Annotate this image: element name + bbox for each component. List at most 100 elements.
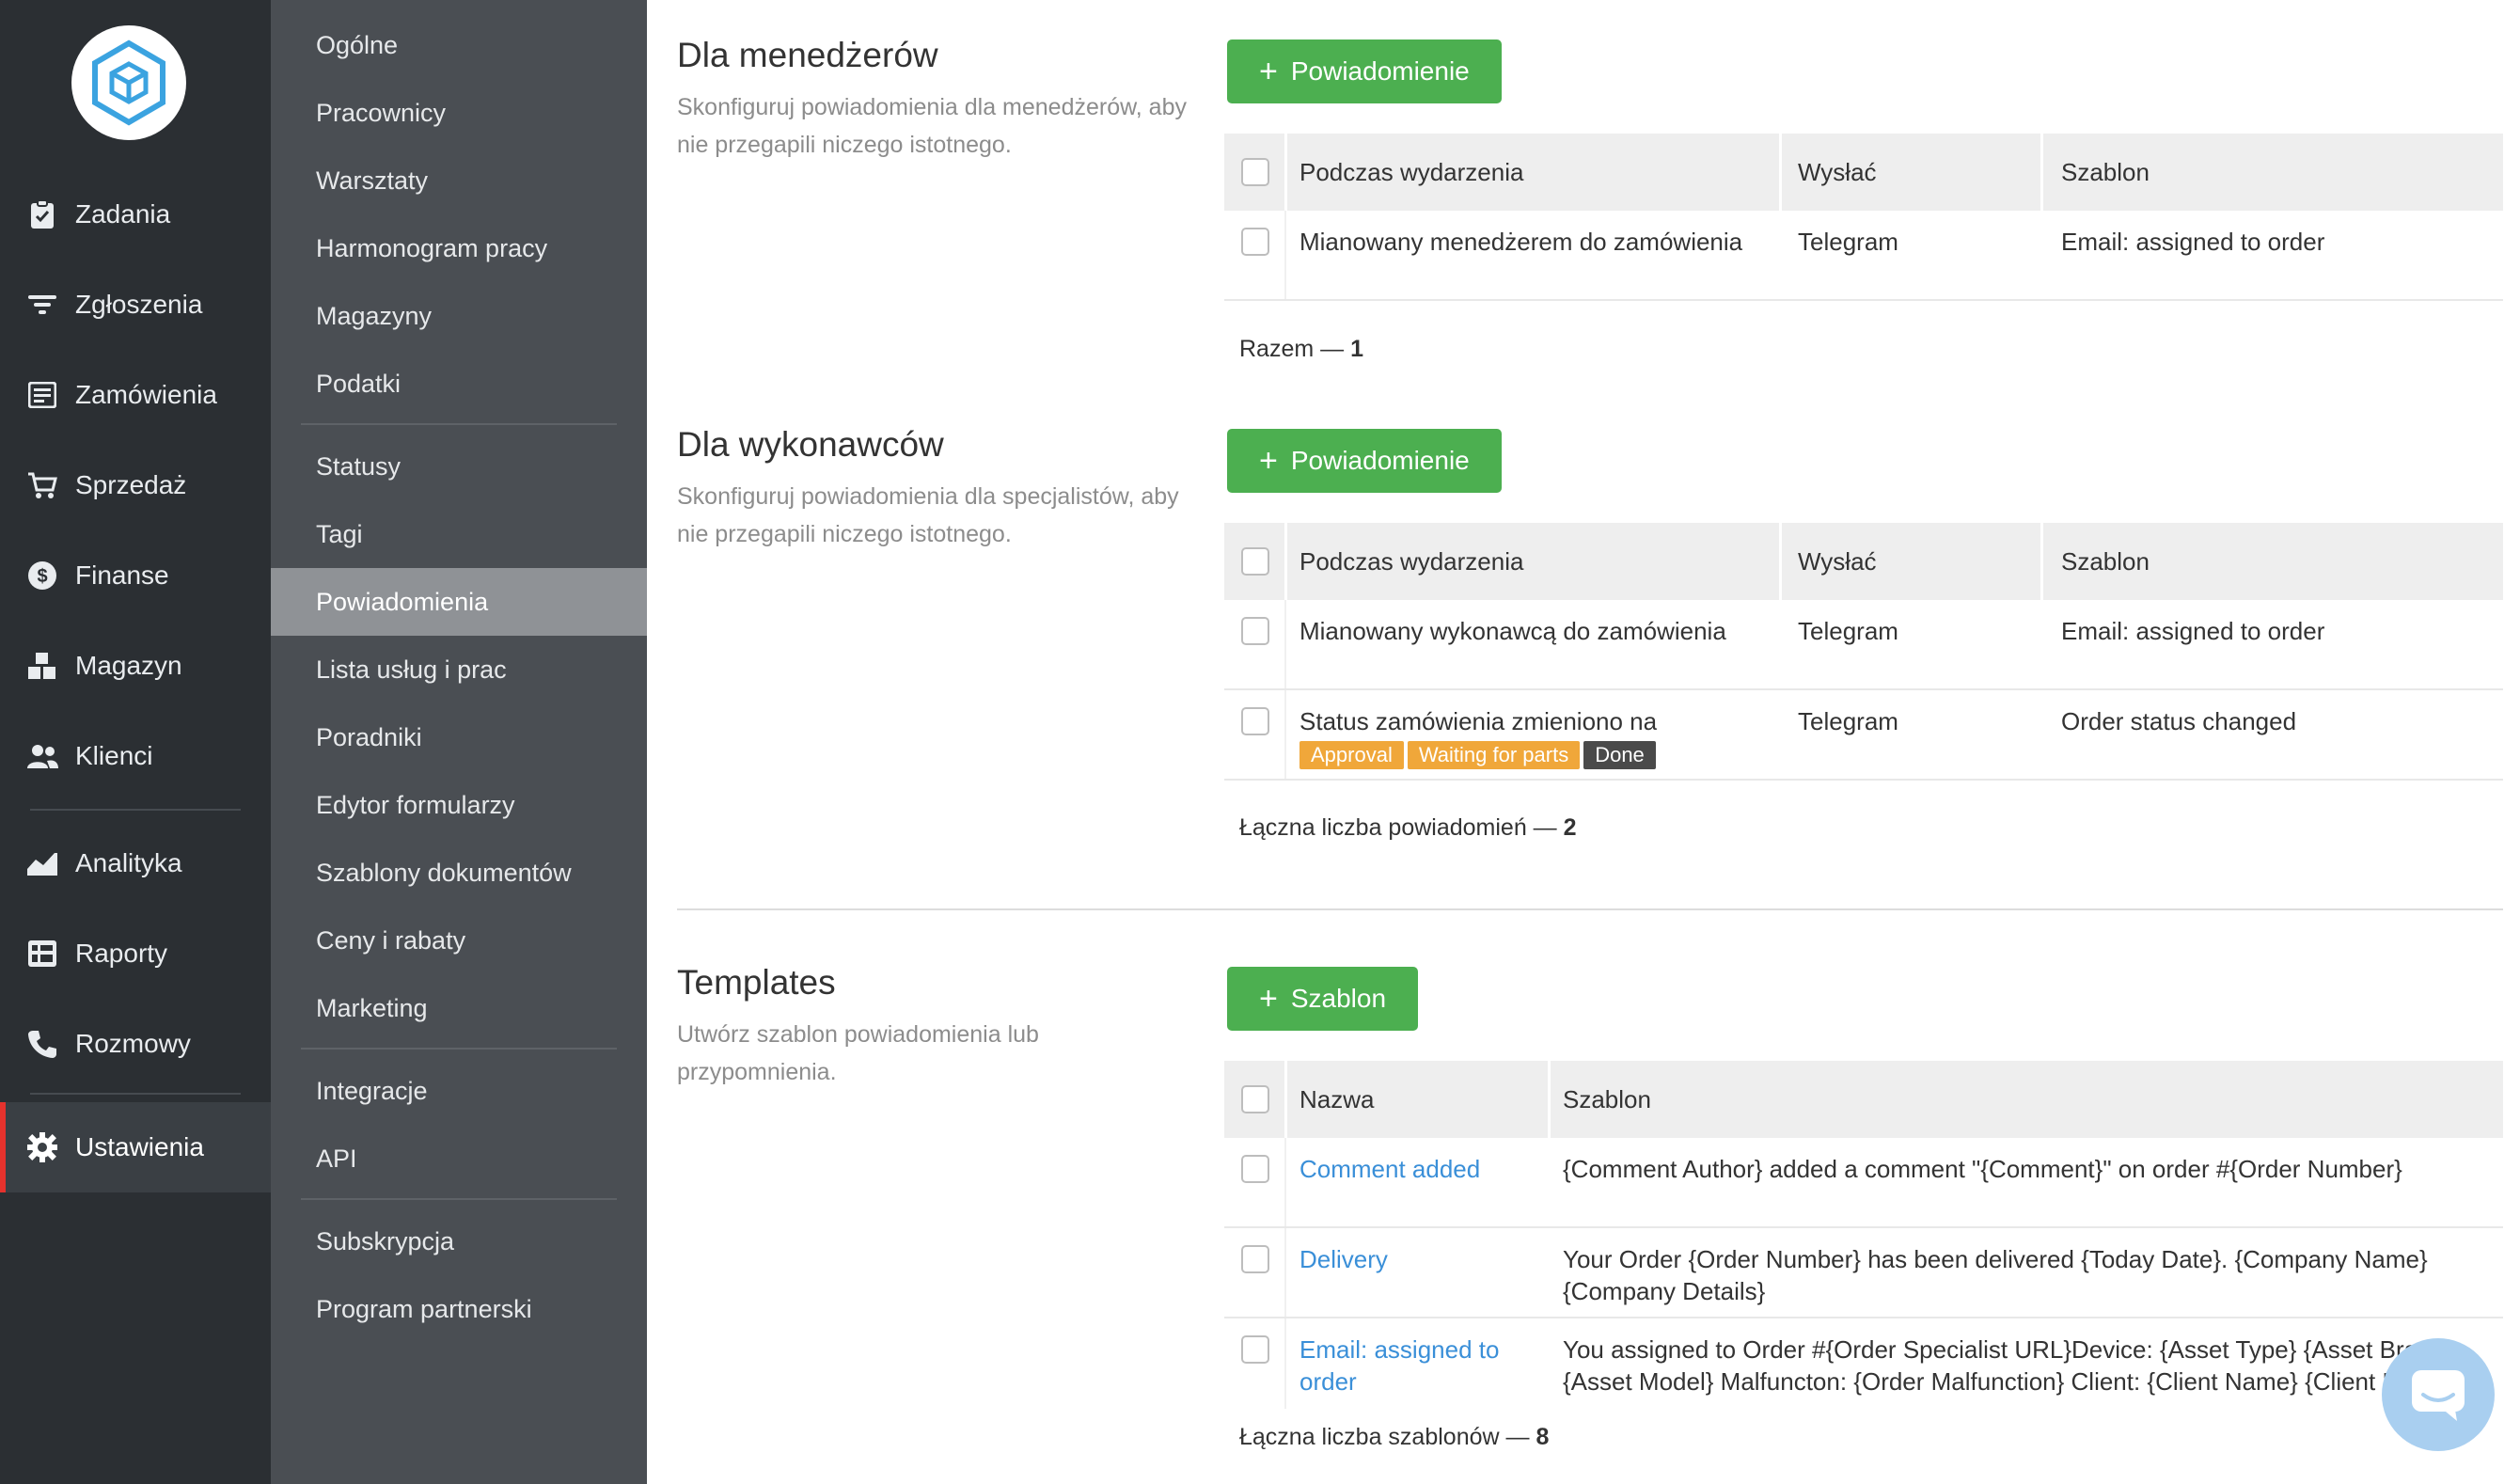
column-header-template[interactable]: Szablon: [1563, 1083, 1651, 1115]
submenu-item-ceny-rabaty[interactable]: Ceny i rabaty: [271, 907, 647, 974]
report-grid-icon: [26, 938, 58, 970]
column-header-event[interactable]: Podczas wydarzenia: [1299, 156, 1523, 188]
nav-item-zgloszenia[interactable]: Zgłoszenia: [0, 260, 271, 350]
submenu-item-subskrypcja[interactable]: Subskrypcja: [271, 1208, 647, 1275]
submenu-item-pracownicy[interactable]: Pracownicy: [271, 79, 647, 147]
submenu-item-edytor-formularzy[interactable]: Edytor formularzy: [271, 771, 647, 839]
nav-item-rozmowy[interactable]: Rozmowy: [0, 999, 271, 1089]
plus-icon: +: [1259, 54, 1278, 89]
template-name-link[interactable]: Comment added: [1299, 1153, 1535, 1185]
submenu-item-program-partnerski[interactable]: Program partnerski: [271, 1275, 647, 1343]
submenu-divider: [301, 1048, 617, 1050]
row-send: Telegram: [1798, 707, 1898, 735]
submenu-item-integracje[interactable]: Integracje: [271, 1057, 647, 1125]
performers-notifications-table: Podczas wydarzenia Wysłać Szablon Mianow…: [1224, 523, 2503, 781]
submenu-divider: [301, 1198, 617, 1200]
submenu-item-warsztaty[interactable]: Warsztaty: [271, 147, 647, 214]
column-header-send[interactable]: Wysłać: [1798, 156, 1877, 188]
managers-total: Razem — 1: [1239, 336, 1363, 363]
column-header-send[interactable]: Wysłać: [1798, 545, 1877, 577]
table-row[interactable]: Status zamówienia zmieniono na Approval W…: [1224, 690, 2503, 781]
table-row[interactable]: Comment added {Comment Author} added a c…: [1224, 1138, 2503, 1228]
template-body: {Comment Author} added a comment "{Comme…: [1563, 1155, 2402, 1183]
row-event: Mianowany menedżerem do zamówienia: [1299, 228, 1743, 256]
column-header-template[interactable]: Szablon: [2061, 545, 2150, 577]
template-body: You assigned to Order #{Order Specialist…: [1563, 1335, 2462, 1396]
template-name-link[interactable]: Delivery: [1299, 1243, 1535, 1275]
column-separator: [1284, 523, 1287, 600]
submenu-item-api[interactable]: API: [271, 1125, 647, 1192]
submenu-item-tagi[interactable]: Tagi: [271, 500, 647, 568]
submenu-item-ogolne[interactable]: Ogólne: [271, 11, 647, 79]
people-icon: [26, 740, 58, 772]
status-badge-approval: Approval: [1299, 741, 1404, 769]
table-row[interactable]: Mianowany wykonawcą do zamówienia Telegr…: [1224, 600, 2503, 690]
column-header-template[interactable]: Szablon: [2061, 156, 2150, 188]
nav-divider: [30, 1093, 241, 1095]
select-all-checkbox[interactable]: [1241, 1085, 1269, 1113]
templates-table: Nazwa Szablon Comment added {Comment Aut…: [1224, 1061, 2503, 1409]
submenu-item-marketing[interactable]: Marketing: [271, 974, 647, 1042]
nav-item-zadania[interactable]: Zadania: [0, 169, 271, 260]
column-separator: [1284, 134, 1287, 211]
row-event: Status zamówienia zmieniono na Approval W…: [1299, 705, 1660, 769]
nav-item-label: Raporty: [75, 939, 168, 968]
app-logo[interactable]: [71, 25, 186, 140]
column-separator: [1284, 1061, 1287, 1138]
table-row[interactable]: Delivery Your Order {Order Number} has b…: [1224, 1228, 2503, 1318]
add-template-button[interactable]: + Szablon: [1227, 967, 1419, 1031]
column-header-name[interactable]: Nazwa: [1299, 1083, 1374, 1115]
gear-icon: [26, 1131, 58, 1163]
nav-item-ustawienia[interactable]: Ustawienia: [0, 1102, 271, 1192]
nav-item-magazyn[interactable]: Magazyn: [0, 621, 271, 711]
button-label: Powiadomienie: [1290, 446, 1470, 475]
settings-submenu: Ogólne Pracownicy Warsztaty Harmonogram …: [271, 0, 647, 1484]
column-header-event[interactable]: Podczas wydarzenia: [1299, 545, 1523, 577]
nav-item-raporty[interactable]: Raporty: [0, 908, 271, 999]
select-all-checkbox[interactable]: [1241, 547, 1269, 576]
phone-icon: [26, 1028, 58, 1060]
template-name-link[interactable]: Email: assigned to order: [1299, 1334, 1535, 1397]
templates-total: Łączna liczba szablonów — 8: [1239, 1424, 1549, 1451]
nav-item-analityka[interactable]: Analityka: [0, 818, 271, 908]
row-separator: [1284, 1318, 1286, 1409]
row-checkbox[interactable]: [1241, 1335, 1269, 1364]
submenu-item-powiadomienia[interactable]: Powiadomienia: [271, 568, 647, 636]
column-separator: [1779, 523, 1782, 600]
nav-item-finanse[interactable]: $ Finanse: [0, 530, 271, 621]
submenu-item-magazyny[interactable]: Magazyny: [271, 282, 647, 350]
chart-area-icon: [26, 847, 58, 879]
row-separator: [1284, 211, 1286, 299]
row-checkbox[interactable]: [1241, 1245, 1269, 1273]
section-divider: [677, 908, 2503, 910]
column-separator: [1779, 134, 1782, 211]
table-row[interactable]: Email: assigned to order You assigned to…: [1224, 1318, 2503, 1409]
submenu-item-statusy[interactable]: Statusy: [271, 433, 647, 500]
select-all-checkbox[interactable]: [1241, 158, 1269, 186]
row-checkbox[interactable]: [1241, 228, 1269, 256]
chat-widget-button[interactable]: [2382, 1338, 2495, 1451]
table-row[interactable]: Mianowany menedżerem do zamówienia Teleg…: [1224, 211, 2503, 301]
row-checkbox[interactable]: [1241, 1155, 1269, 1183]
nav-item-label: Zadania: [75, 199, 171, 229]
chat-bubble-icon: [2412, 1370, 2465, 1421]
submenu-item-poradniki[interactable]: Poradniki: [271, 703, 647, 771]
total-value: 1: [1350, 336, 1363, 362]
submenu-item-podatki[interactable]: Podatki: [271, 350, 647, 418]
row-template: Order status changed: [2061, 707, 2297, 735]
row-send: Telegram: [1798, 617, 1898, 645]
submenu-item-lista-uslug[interactable]: Lista usług i prac: [271, 636, 647, 703]
submenu-item-szablony-dokumentow[interactable]: Szablony dokumentów: [271, 839, 647, 907]
add-notification-button-managers[interactable]: + Powiadomienie: [1227, 39, 1502, 103]
nav-item-klienci[interactable]: Klienci: [0, 711, 271, 801]
submenu-item-harmonogram[interactable]: Harmonogram pracy: [271, 214, 647, 282]
nav-item-zamowienia[interactable]: Zamówienia: [0, 350, 271, 440]
add-notification-button-performers[interactable]: + Powiadomienie: [1227, 429, 1502, 493]
row-checkbox[interactable]: [1241, 707, 1269, 735]
row-event: Mianowany wykonawcą do zamówienia: [1299, 617, 1726, 645]
nav-item-label: Zgłoszenia: [75, 290, 203, 319]
managers-notifications-table: Podczas wydarzenia Wysłać Szablon Mianow…: [1224, 134, 2503, 301]
row-checkbox[interactable]: [1241, 617, 1269, 645]
nav-item-sprzedaz[interactable]: Sprzedaż: [0, 440, 271, 530]
total-label: Łączna liczba powiadomień —: [1239, 814, 1557, 841]
